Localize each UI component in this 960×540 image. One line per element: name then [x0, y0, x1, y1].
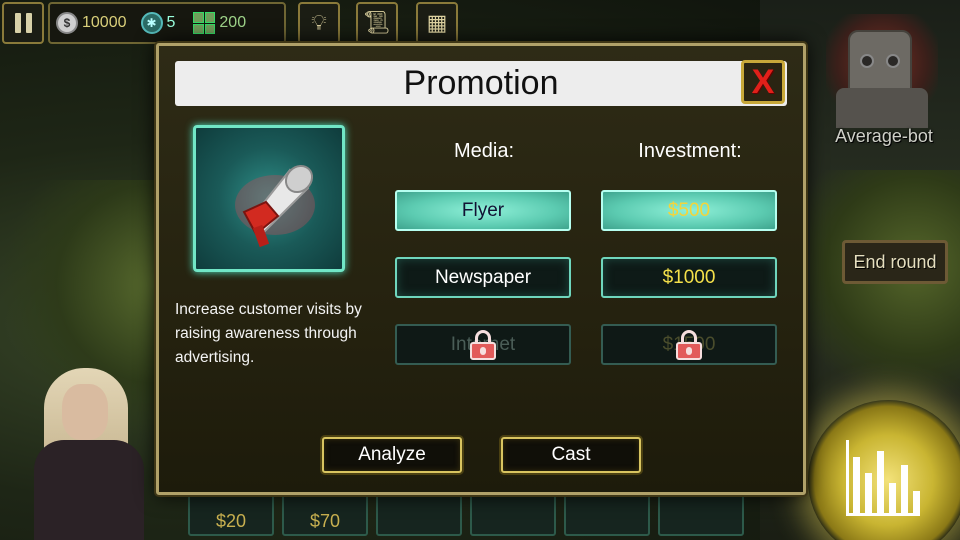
lightbulb-icon: 💡︎ — [311, 10, 327, 35]
tray-slot[interactable] — [564, 494, 650, 536]
box-count: 200 — [219, 14, 247, 31]
promotion-description: Increase customer visits by raising awar… — [175, 301, 362, 366]
lock-icon — [676, 330, 702, 360]
lock-icon — [470, 330, 496, 360]
gem-count: 5 — [166, 14, 176, 31]
media-header: Media: — [453, 140, 515, 162]
advisor-face — [62, 384, 108, 440]
analyze-button[interactable]: Analyze — [322, 437, 462, 473]
promotion-card-image — [193, 125, 345, 272]
media-option-flyer[interactable]: Flyer — [395, 190, 571, 231]
pause-button[interactable] — [2, 2, 44, 44]
close-button[interactable]: X — [741, 60, 785, 104]
investment-option-500[interactable]: $500 — [601, 190, 777, 231]
supply-boxes-icon — [193, 12, 216, 34]
cast-button[interactable]: Cast — [501, 437, 641, 473]
calendar-icon: ▦ — [426, 10, 448, 35]
tray-slot[interactable] — [376, 494, 462, 536]
megaphone-icon — [235, 164, 315, 248]
tray-slot[interactable] — [658, 494, 744, 536]
hint-button[interactable]: 💡︎ — [298, 2, 340, 44]
pause-icon — [14, 13, 21, 33]
resource-bar: $ 10000 ✱ 5 200 — [48, 2, 286, 44]
quest-button[interactable]: 📜︎ — [356, 2, 398, 44]
coin-count: 10000 — [82, 14, 127, 31]
opponent-name: Average-bot — [835, 126, 933, 146]
tray-slot[interactable]: $20 — [188, 494, 274, 536]
robot-body — [836, 88, 928, 128]
item-tray: $20 $70 — [180, 494, 780, 540]
background-trees-right — [810, 170, 960, 410]
calendar-button[interactable]: ▦ — [416, 2, 458, 44]
scroll-icon: 📜︎ — [363, 10, 391, 35]
end-round-button[interactable]: End round — [842, 240, 948, 284]
media-option-newspaper[interactable]: Newspaper — [395, 257, 571, 298]
bar-chart-icon — [846, 440, 920, 516]
coin-icon: $ — [56, 12, 78, 34]
tray-slot[interactable]: $70 — [282, 494, 368, 536]
investment-option-1000[interactable]: $1000 — [601, 257, 777, 298]
advisor-coat — [34, 440, 144, 540]
investment-header: Investment: — [638, 140, 742, 162]
gem-icon: ✱ — [140, 12, 163, 34]
tray-slot[interactable] — [470, 494, 556, 536]
dialog-title: Promotion — [175, 61, 787, 106]
